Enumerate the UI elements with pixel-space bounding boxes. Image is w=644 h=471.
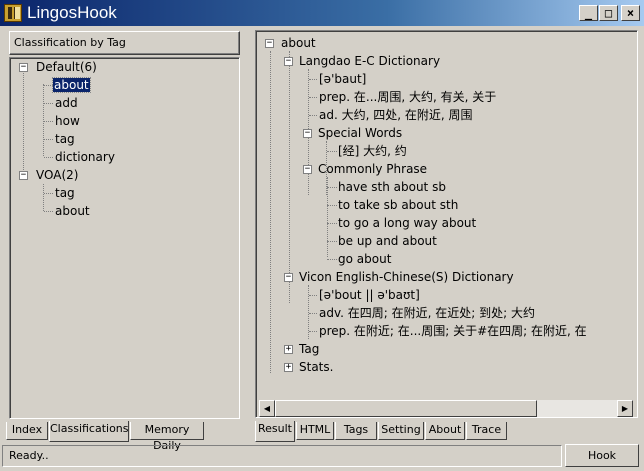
- tree-connector: [43, 184, 44, 211]
- vicon-prep[interactable]: prep. 在附近; 在...周围; 关于#在四周; 在附近, 在: [319, 323, 587, 340]
- minimize-icon: _: [584, 6, 593, 20]
- special-words-entry[interactable]: [经] 大约, 约: [338, 143, 407, 160]
- classification-tree[interactable]: − Default(6) about add how tag dictionar…: [9, 57, 240, 419]
- tab-trace[interactable]: Trace: [466, 422, 507, 440]
- arrow-right-icon: ▶: [621, 404, 629, 413]
- arrow-left-icon: ◀: [263, 404, 271, 413]
- title-bar[interactable]: LingosHook _ □ ×: [0, 0, 644, 26]
- langdao-ad[interactable]: ad. 大约, 四处, 在附近, 周围: [319, 107, 473, 124]
- hook-button[interactable]: Hook: [565, 444, 639, 467]
- tree-group-voa[interactable]: VOA(2): [36, 167, 78, 184]
- maximize-button[interactable]: □: [599, 5, 618, 21]
- maximize-icon: □: [604, 6, 613, 20]
- close-button[interactable]: ×: [621, 5, 640, 21]
- status-text: Ready..: [9, 449, 49, 462]
- collapse-icon[interactable]: −: [284, 273, 293, 282]
- phrase-item[interactable]: to take sb about sth: [338, 197, 458, 214]
- tree-item-tag[interactable]: tag: [55, 185, 75, 202]
- app-window: LingosHook _ □ × Classification by Tag −…: [0, 0, 644, 471]
- classification-header-label: Classification by Tag: [14, 36, 126, 49]
- tree-connector: [43, 84, 44, 156]
- tab-classifications[interactable]: Classifications: [49, 421, 129, 442]
- stats-node[interactable]: Stats.: [299, 359, 333, 376]
- vicon-dictionary-node[interactable]: Vicon English-Chinese(S) Dictionary: [299, 269, 514, 286]
- tree-item-tag[interactable]: tag: [55, 131, 75, 148]
- langdao-phonetic[interactable]: [ə'baut]: [319, 71, 366, 88]
- tab-index[interactable]: Index: [6, 422, 48, 440]
- tab-memory-daily[interactable]: Memory Daily: [130, 422, 204, 452]
- scroll-left-button[interactable]: ◀: [259, 400, 275, 417]
- close-icon: ×: [626, 6, 635, 20]
- tree-group-default[interactable]: Default(6): [36, 59, 97, 76]
- phrase-item[interactable]: be up and about: [338, 233, 437, 250]
- collapse-icon[interactable]: −: [303, 129, 312, 138]
- tab-result[interactable]: Result: [255, 421, 295, 442]
- special-words-node[interactable]: Special Words: [318, 125, 402, 142]
- tab-about[interactable]: About: [425, 422, 465, 440]
- tag-node[interactable]: Tag: [299, 341, 319, 358]
- tree-item-how[interactable]: how: [55, 113, 80, 130]
- window-title: LingosHook: [27, 3, 117, 22]
- expand-icon[interactable]: +: [284, 345, 293, 354]
- tree-item-add[interactable]: add: [55, 95, 78, 112]
- collapse-icon[interactable]: −: [265, 39, 274, 48]
- phrase-item[interactable]: to go a long way about: [338, 215, 476, 232]
- tree-item-dictionary[interactable]: dictionary: [55, 149, 115, 166]
- collapse-icon[interactable]: −: [19, 171, 28, 180]
- horizontal-scrollbar[interactable]: ◀ ▶: [259, 400, 633, 417]
- result-tree[interactable]: − about − Langdao E-C Dictionary [ə'baut…: [255, 30, 638, 418]
- vicon-adv[interactable]: adv. 在四周; 在附近, 在近处; 到处; 大约: [319, 305, 535, 322]
- scroll-thumb[interactable]: [275, 400, 537, 417]
- langdao-dictionary-node[interactable]: Langdao E-C Dictionary: [299, 53, 440, 70]
- collapse-icon[interactable]: −: [19, 63, 28, 72]
- result-root-word[interactable]: about: [281, 35, 316, 52]
- phrase-item[interactable]: have sth about sb: [338, 179, 446, 196]
- tab-setting[interactable]: Setting: [378, 422, 424, 440]
- collapse-icon[interactable]: −: [303, 165, 312, 174]
- collapse-icon[interactable]: −: [284, 57, 293, 66]
- tree-item-about[interactable]: about: [52, 77, 91, 94]
- langdao-prep[interactable]: prep. 在...周围, 大约, 有关, 关于: [319, 89, 496, 106]
- tab-tags[interactable]: Tags: [335, 422, 377, 440]
- status-bar: Ready..: [2, 445, 562, 467]
- tree-item-about[interactable]: about: [55, 203, 90, 220]
- commonly-phrase-node[interactable]: Commonly Phrase: [318, 161, 427, 178]
- tab-html[interactable]: HTML: [296, 422, 334, 440]
- tree-connector: [23, 70, 24, 178]
- app-icon: [4, 4, 22, 22]
- classification-header[interactable]: Classification by Tag: [9, 31, 240, 55]
- expand-icon[interactable]: +: [284, 363, 293, 372]
- vicon-phonetic[interactable]: [ə'bout || ə'baʊt]: [319, 287, 420, 304]
- phrase-item[interactable]: go about: [338, 251, 391, 268]
- minimize-button[interactable]: _: [579, 5, 598, 21]
- scroll-right-button[interactable]: ▶: [617, 400, 633, 417]
